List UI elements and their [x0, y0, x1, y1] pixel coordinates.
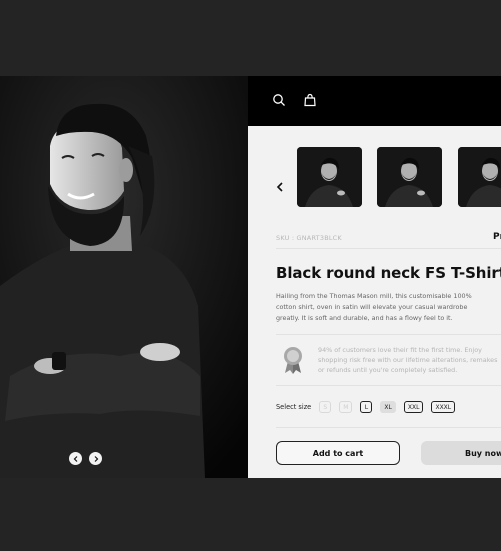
product-price: Pr — [493, 232, 501, 242]
size-option-xxl[interactable]: XXL — [403, 401, 424, 413]
fit-promise: 94% of customers love their fit the firs… — [276, 338, 501, 382]
add-to-cart-button[interactable]: Add to cart — [276, 441, 400, 465]
thumbnail-3[interactable] — [458, 147, 501, 207]
model-photo-illustration — [0, 76, 248, 478]
size-option-s[interactable]: S — [319, 401, 332, 413]
divider — [276, 334, 501, 335]
product-details-panel: SKU : GNART3BLCK Pr Black round neck FS … — [248, 76, 501, 478]
product-sku: SKU : GNART3BLCK — [276, 234, 342, 242]
size-option-l[interactable]: L — [360, 401, 373, 413]
thumbnail-image — [297, 147, 362, 207]
product-photo — [0, 76, 248, 478]
product-title: Black round neck FS T-Shirt — [276, 264, 501, 282]
product-description: Hailing from the Thomas Mason mill, this… — [276, 292, 472, 322]
award-ribbon-icon — [284, 347, 302, 374]
chevron-left-icon — [73, 455, 77, 462]
chevron-right-icon — [94, 455, 98, 462]
thumbnail-1[interactable] — [297, 147, 362, 207]
top-header-bar — [248, 76, 501, 126]
fit-promise-text: 94% of customers love their fit the firs… — [318, 346, 498, 374]
page: SKU : GNART3BLCK Pr Black round neck FS … — [0, 0, 501, 551]
product-frame: SKU : GNART3BLCK Pr Black round neck FS … — [0, 76, 501, 478]
buy-now-button[interactable]: Buy now — [421, 441, 501, 465]
divider — [276, 385, 501, 386]
size-label: Select size — [276, 403, 312, 411]
carousel-prev-button[interactable] — [69, 452, 82, 465]
shopping-bag-icon[interactable] — [303, 93, 317, 107]
carousel-next-button[interactable] — [89, 452, 102, 465]
thumbnail-2[interactable] — [377, 147, 442, 207]
divider — [276, 427, 501, 428]
size-option-m[interactable]: M — [339, 401, 353, 413]
size-option-xl[interactable]: XL — [380, 401, 396, 413]
thumbnail-strip — [248, 147, 501, 207]
size-option-xxxl[interactable]: XXXL — [431, 401, 456, 413]
size-selector: Select size S M L XL XXL XXXL — [276, 401, 463, 413]
thumbnail-image — [458, 147, 501, 207]
divider — [276, 248, 501, 249]
search-icon[interactable] — [272, 93, 286, 107]
thumbnail-image — [377, 147, 442, 207]
